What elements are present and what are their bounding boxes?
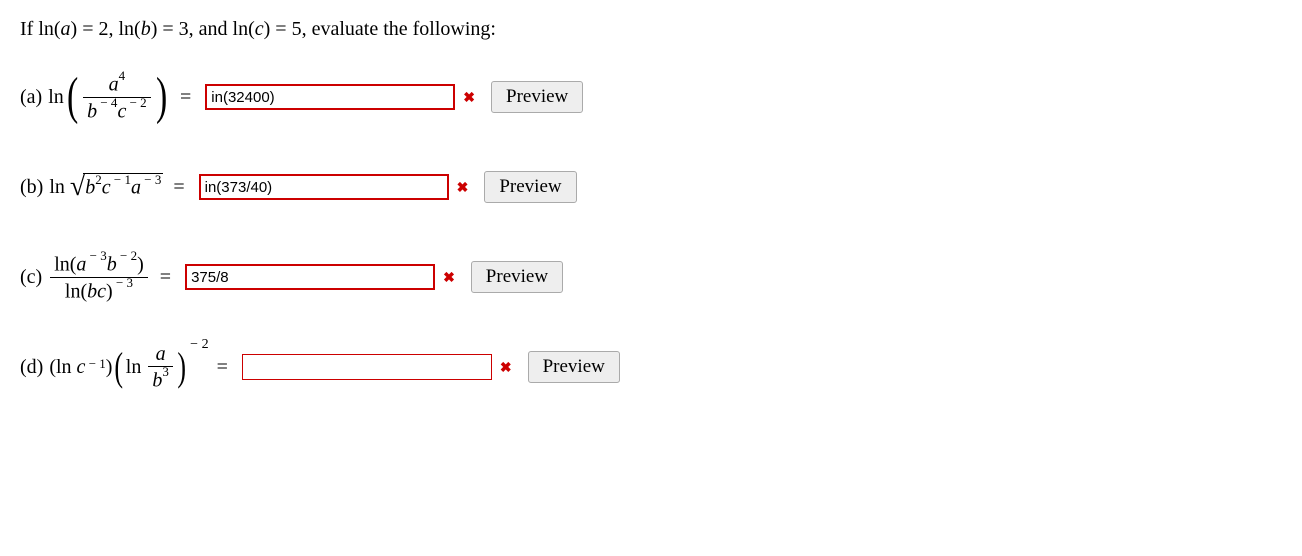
preview-button-d[interactable]: Preview (528, 351, 620, 383)
incorrect-icon: ✖ (500, 359, 512, 376)
incorrect-icon: ✖ (463, 89, 475, 106)
question-row-b: (b) ln √ b2c − 1a − 3 = ✖ Preview (20, 157, 1282, 217)
preview-button-c[interactable]: Preview (471, 261, 563, 293)
answer-input-a[interactable] (205, 84, 455, 110)
part-label-a: (a) (20, 86, 42, 109)
answer-input-b[interactable] (199, 174, 449, 200)
part-label-c: (c) (20, 266, 42, 289)
preview-button-b[interactable]: Preview (484, 171, 576, 203)
preview-button-a[interactable]: Preview (491, 81, 583, 113)
question-row-a: (a) ln a4 b − 4c − 2 = ✖ Preview (20, 67, 1282, 127)
expression-c: (c) ln(a − 3b − 2) ln(bc) − 3 = (20, 251, 185, 303)
part-label-b: (b) (20, 176, 43, 199)
question-prompt: If ln(a) = 2, ln(b) = 3, and ln(c) = 5, … (20, 18, 1282, 41)
question-row-d: (d) (ln c − 1) ln a b3 − 2 = ✖ Preview (20, 337, 1282, 397)
incorrect-icon: ✖ (457, 179, 469, 196)
answer-input-d[interactable] (242, 354, 492, 380)
question-row-c: (c) ln(a − 3b − 2) ln(bc) − 3 = ✖ Previe… (20, 247, 1282, 307)
expression-b: (b) ln √ b2c − 1a − 3 = (20, 173, 199, 201)
expression-d: (d) (ln c − 1) ln a b3 − 2 = (20, 342, 242, 393)
expression-a: (a) ln a4 b − 4c − 2 = (20, 71, 205, 123)
answer-input-c[interactable] (185, 264, 435, 290)
part-label-d: (d) (20, 356, 43, 379)
incorrect-icon: ✖ (443, 269, 455, 286)
